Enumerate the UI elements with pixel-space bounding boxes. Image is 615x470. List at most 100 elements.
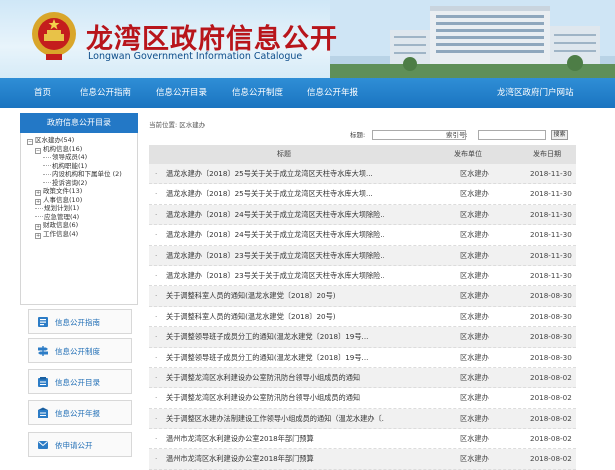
publishing-unit: 区水建办 — [460, 291, 489, 301]
document-title-link[interactable]: 关于调整领导班子成员分工的通知(温龙水建党〔2018〕19号... — [166, 348, 384, 368]
document-title-link[interactable]: 关于调整科室人员的通知(温龙水建党〔2018〕20号) — [166, 286, 384, 306]
publishing-unit: 区水建办 — [460, 311, 489, 321]
nav-home[interactable]: 首页 — [34, 78, 51, 108]
publish-date: 2018-08-30 — [530, 311, 572, 321]
table-row[interactable]: · 关于调整领导班子成员分工的通知(温龙水建党〔2018〕19号... 区水建办 20… — [149, 348, 576, 368]
publish-date: 2018-08-30 — [530, 352, 572, 362]
tree-node-label: 规划计划(1) — [44, 204, 80, 212]
catalogue-sidebar: 政府信息公开目录 − 区水建办(54) − 机构信息(16) 领导成员(4) 机构职能(1… — [20, 113, 138, 305]
nav-annual-report[interactable]: 信息公开年报 — [307, 78, 358, 108]
tree-line-icon — [35, 207, 43, 209]
nav-catalogue[interactable]: 信息公开目录 — [156, 78, 207, 108]
national-emblem-icon — [32, 12, 76, 60]
tree-node[interactable]: + 工作信息(4) — [27, 230, 137, 239]
tree-node[interactable]: 投诉咨询(2) — [27, 179, 137, 188]
search-button[interactable]: 搜索 — [551, 130, 568, 140]
expand-icon[interactable]: + — [35, 232, 41, 239]
document-title-link[interactable]: 关于调整科室人员的通知(温龙水建党〔2018〕20号) — [166, 307, 384, 327]
bullet-icon: · — [155, 393, 158, 403]
column-date: 发布日期 — [533, 150, 561, 158]
application-button[interactable]: 依申请公开 — [28, 432, 132, 457]
table-row[interactable]: · 关于调整区水建办法制建设工作领导小组成员的通知（温龙水建办〔... 区水建办 20… — [149, 408, 576, 430]
document-title-link[interactable]: 温州市龙湾区水利建设办公室2018年部门预算 — [166, 449, 384, 469]
tree-node[interactable]: + 人事信息(10) — [27, 196, 137, 205]
table-row[interactable]: · 温州市龙湾区水利建设办公室2018年部门预算 区水建办 2018-08-02 — [149, 449, 576, 470]
catalogue-button[interactable]: 信息公开目录 — [28, 369, 132, 394]
document-title-link[interactable]: 关于调整领导班子成员分工的通知(温龙水建党〔2018〕19号... — [166, 327, 384, 347]
tree-node[interactable]: − 区水建办(54) — [27, 136, 137, 145]
document-title-link[interactable]: 温龙水建办〔2018〕24号关于关于成立龙湾区天柱寺水库大坝除险... — [166, 205, 384, 225]
bullet-icon: · — [155, 230, 158, 240]
table-row[interactable]: · 温龙水建办〔2018〕25号关于关于成立龙湾区天柱寺水库大坝... 区水建办 20… — [149, 184, 576, 205]
nav-portal-link[interactable]: 龙湾区政府门户网站 — [497, 78, 574, 108]
tree-node[interactable]: 规划计划(1) — [27, 204, 137, 213]
tree-node[interactable]: 机构职能(1) — [27, 162, 137, 171]
tree-line-icon — [43, 156, 51, 158]
nav-guide[interactable]: 信息公开指南 — [80, 78, 131, 108]
tree-node-label: 机构信息(16) — [43, 144, 83, 153]
tree-node[interactable]: − 机构信息(16) — [27, 145, 137, 154]
publish-date: 2018-08-02 — [530, 372, 572, 382]
document-title-link[interactable]: 温龙水建办〔2018〕23号关于关于成立龙湾区天柱寺水库大坝除险... — [166, 266, 384, 286]
annual-report-button[interactable]: 信息公开年报 — [28, 400, 132, 425]
publish-date: 2018-11-30 — [530, 250, 572, 260]
tree-line-icon — [43, 165, 51, 166]
annual-report-button-label: 信息公开年报 — [55, 409, 100, 418]
publishing-unit: 区水建办 — [460, 189, 489, 199]
tree-node-label: 应急管理(4) — [44, 212, 80, 221]
publish-date: 2018-11-30 — [530, 169, 572, 178]
tree-line-icon — [43, 173, 51, 175]
table-row[interactable]: · 关于调整龙湾区水利建设办公室防汛防台领导小组成员的通知 区水建办 2018-08-… — [149, 388, 576, 409]
publish-date: 2018-08-02 — [530, 454, 572, 464]
index-search-input[interactable] — [478, 130, 546, 140]
tree-node[interactable]: + 政策文件(13) — [27, 187, 137, 196]
bullet-icon: · — [155, 291, 158, 301]
publishing-unit: 区水建办 — [460, 250, 489, 260]
table-row[interactable]: · 温龙水建办〔2018〕23号关于关于成立龙湾区天柱寺水库大坝除险... 区水建办… — [149, 266, 576, 287]
table-row[interactable]: · 关于调整龙湾区水利建设办公室防汛防台领导小组成员的通知 区水建办 2018-08-… — [149, 367, 576, 389]
publish-date: 2018-11-30 — [530, 230, 572, 240]
site-subtitle: Longwan Government Information Catalogue — [88, 51, 303, 62]
tree-node[interactable]: 内设机构和下属单位 (2) — [27, 170, 137, 179]
document-title-link[interactable]: 温龙水建办〔2018〕24号关于关于成立龙湾区天柱寺水库大坝除险... — [166, 225, 384, 245]
bullet-icon: · — [155, 311, 158, 321]
table-row[interactable]: · 温龙水建办〔2018〕23号关于关于成立龙湾区天柱寺水库大坝除险... 区水建办… — [149, 245, 576, 266]
breadcrumb-current[interactable]: 区水建办 — [179, 121, 205, 129]
bullet-icon: · — [155, 332, 158, 342]
system-button[interactable]: 信息公开制度 — [28, 338, 132, 363]
guide-button-label: 信息公开指南 — [55, 318, 100, 327]
catalogue-icon — [38, 377, 48, 387]
table-row[interactable]: · 温龙水建办〔2018〕24号关于关于成立龙湾区天柱寺水库大坝除险... 区水建办… — [149, 204, 576, 226]
document-title-link[interactable]: 温州市龙湾区水利建设办公室2018年部门预算 — [166, 429, 384, 449]
table-row[interactable]: · 温龙水建办〔2018〕25号关于关于成立龙湾区天柱寺水库大坝... 区水建办 20… — [149, 164, 576, 185]
document-title-link[interactable]: 关于调整龙湾区水利建设办公室防汛防台领导小组成员的通知 — [166, 388, 384, 408]
guide-button[interactable]: 信息公开指南 — [28, 309, 132, 334]
tree-node[interactable]: 领导成员(4) — [27, 153, 137, 162]
tree-node[interactable]: + 财政信息(6) — [27, 221, 137, 230]
publish-date: 2018-08-30 — [530, 332, 572, 342]
publishing-unit: 区水建办 — [460, 434, 489, 444]
government-building-banner — [330, 0, 615, 78]
document-title-link[interactable]: 关于调整区水建办法制建设工作领导小组成员的通知（温龙水建办〔... — [166, 409, 384, 429]
document-title-link[interactable]: 温龙水建办〔2018〕25号关于关于成立龙湾区天柱寺水库大坝... — [166, 184, 384, 204]
document-title-link[interactable]: 温龙水建办〔2018〕23号关于关于成立龙湾区天柱寺水库大坝除险... — [166, 246, 384, 266]
document-title-link[interactable]: 温龙水建办〔2018〕25号关于关于成立龙湾区天柱寺水库大坝... — [166, 164, 384, 184]
publishing-unit: 区水建办 — [460, 270, 489, 280]
table-row[interactable]: · 温龙水建办〔2018〕24号关于关于成立龙湾区天柱寺水库大坝除险... 区水建办… — [149, 225, 576, 246]
guide-icon — [38, 317, 48, 327]
table-row[interactable]: · 温州市龙湾区水利建设办公室2018年部门预算 区水建办 2018-08-02 — [149, 429, 576, 450]
system-button-label: 信息公开制度 — [55, 347, 100, 356]
main-nav: 首页 信息公开指南 信息公开目录 信息公开制度 信息公开年报 龙湾区政府门户网站 — [0, 78, 615, 108]
bullet-icon: · — [155, 372, 158, 382]
table-row[interactable]: · 关于调整领导班子成员分工的通知(温龙水建党〔2018〕19号... 区水建办 20… — [149, 327, 576, 348]
breadcrumb: 当前位置: 区水建办 — [149, 119, 207, 129]
nav-system[interactable]: 信息公开制度 — [232, 78, 283, 108]
table-row[interactable]: · 关于调整科室人员的通知(温龙水建党〔2018〕20号) 区水建办 2018-08-… — [149, 307, 576, 328]
document-title-link[interactable]: 关于调整龙湾区水利建设办公室防汛防台领导小组成员的通知 — [166, 368, 384, 388]
tree-node-label: 机构职能(1) — [52, 161, 88, 170]
bullet-icon: · — [155, 413, 158, 423]
table-row[interactable]: · 关于调整科室人员的通知(温龙水建党〔2018〕20号) 区水建办 2018-08-… — [149, 286, 576, 307]
tree-node-label: 领导成员(4) — [52, 153, 88, 161]
tree-node[interactable]: 应急管理(4) — [27, 213, 137, 222]
publishing-unit: 区水建办 — [460, 372, 489, 382]
